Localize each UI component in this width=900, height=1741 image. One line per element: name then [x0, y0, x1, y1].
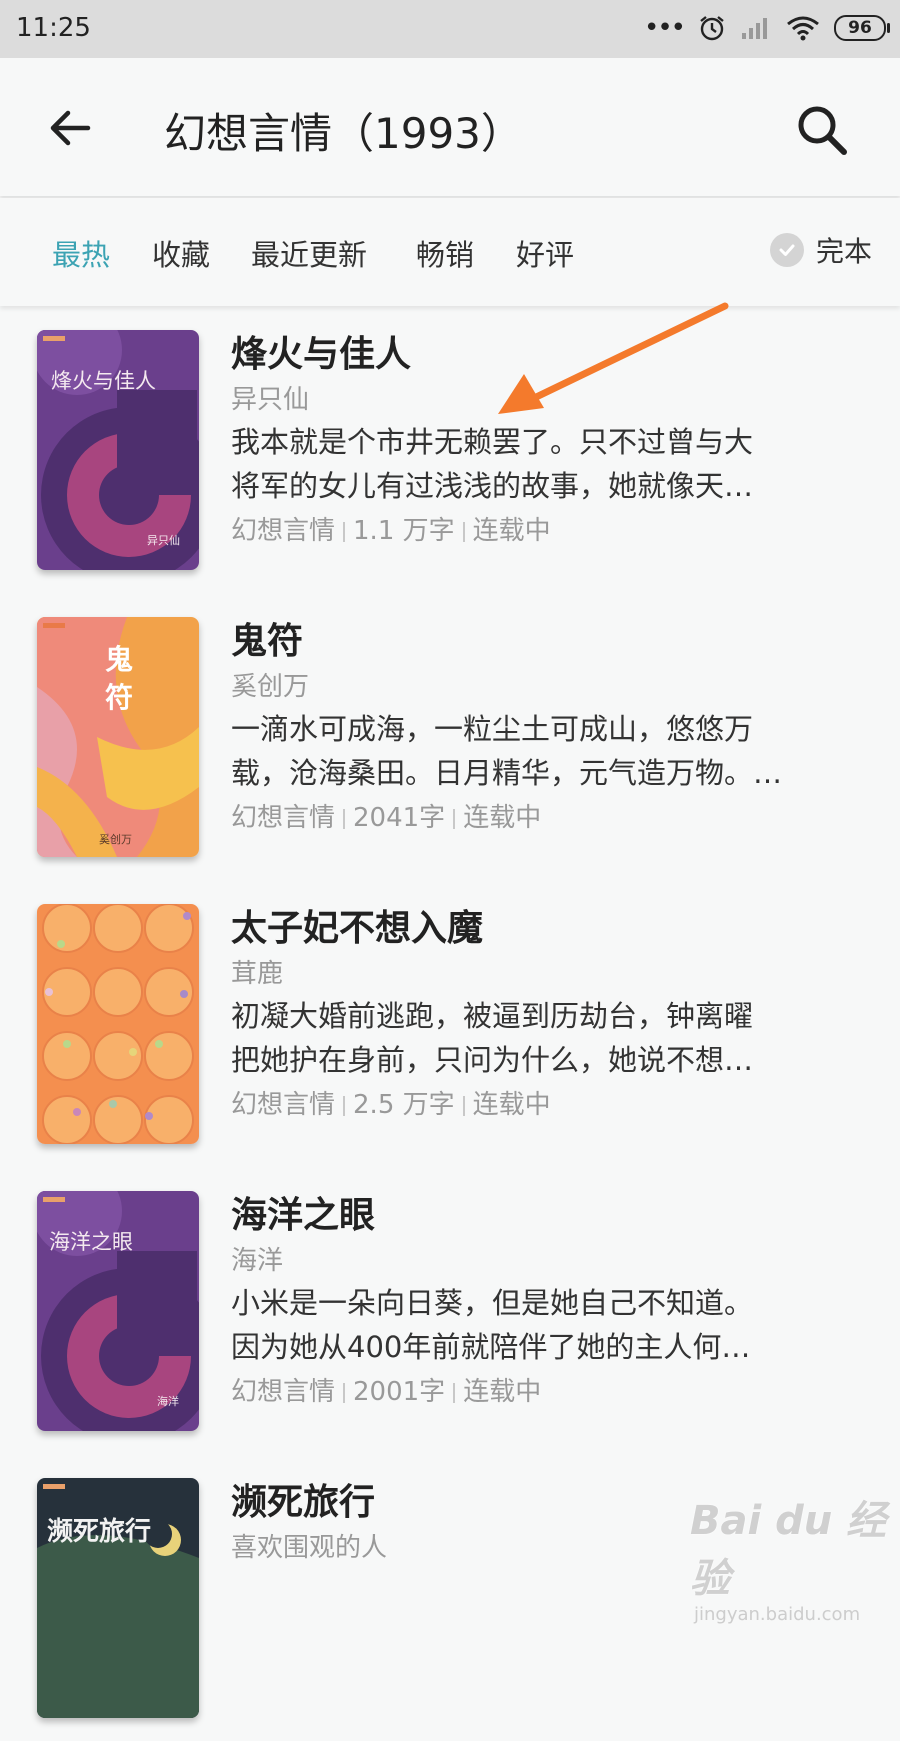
app-bar: 幻想言情（1993）: [0, 58, 900, 196]
back-arrow-icon[interactable]: [44, 102, 96, 154]
book-cover[interactable]: [37, 904, 199, 1144]
filter-tabs: 最热 收藏 最近更新 畅销 好评 完本: [0, 198, 900, 306]
book-description: 小米是一朵向日葵，但是她自己不知道。 因为她从400年前就陪伴了她的主人何…: [231, 1286, 754, 1364]
book-word-count: 2.5 万字: [353, 1090, 455, 1120]
book-list-item[interactable]: 太子妃不想入魔 茸鹿 初凝大婚前逃跑，被逼到历劫台，钟离曜 把她护在身前，只问为…: [0, 880, 900, 1167]
book-word-count: 2041字: [353, 803, 446, 833]
book-meta: 幻想言情 2001字 连载中: [231, 1369, 861, 1415]
book-author: 奚创万: [231, 672, 310, 702]
book-title[interactable]: 海洋之眼: [231, 1191, 861, 1241]
book-word-count: 2001字: [353, 1377, 446, 1407]
watermark-logo: Bai du 经验: [690, 1498, 887, 1602]
book-list-item[interactable]: 鬼 符 奚创万 鬼符 奚创万 一滴水可成海，一粒尘土可成山，悠悠万 载，沧海桑田…: [0, 593, 900, 880]
tab-bestselling[interactable]: 畅销: [416, 232, 474, 274]
book-meta: 幻想言情 1.1 万字 连载中: [231, 508, 861, 554]
complete-label: 完本: [815, 235, 872, 268]
wifi-icon: [787, 16, 819, 41]
book-category: 幻想言情: [231, 1377, 336, 1407]
book-title[interactable]: 烽火与佳人: [231, 330, 861, 380]
cover-author: 奚创万: [99, 833, 132, 846]
tab-top-rated[interactable]: 好评: [516, 232, 574, 274]
complete-filter-toggle[interactable]: 完本: [769, 230, 872, 270]
tab-hottest[interactable]: 最热: [52, 232, 110, 274]
signal-icon: [742, 18, 767, 39]
book-category: 幻想言情: [231, 516, 336, 546]
book-status: 连载中: [463, 803, 542, 833]
book-title[interactable]: 鬼符: [231, 617, 861, 667]
book-author: 海洋: [231, 1246, 284, 1276]
book-author: 茸鹿: [231, 959, 284, 989]
book-list-item[interactable]: 烽火与佳人 异只仙 烽火与佳人 异只仙 我本就是个市井无赖罢了。只不过曾与大 将…: [0, 306, 900, 593]
book-description: 一滴水可成海，一粒尘土可成山，悠悠万 载，沧海桑田。日月精华，元气造万物。…: [231, 712, 783, 790]
alarm-icon: [700, 16, 724, 41]
baidu-jingyan-watermark: Bai du 经验 jingyan.baidu.com: [690, 1488, 890, 1625]
cover-title-char-1: 鬼: [105, 643, 133, 676]
book-list-item[interactable]: 海洋之眼 海洋 海洋之眼 海洋 小米是一朵向日葵，但是她自己不知道。 因为她从4…: [0, 1167, 900, 1454]
book-description: 我本就是个市井无赖罢了。只不过曾与大 将军的女儿有过浅浅的故事，她就像天…: [231, 425, 754, 503]
battery-indicator: 96: [834, 15, 890, 41]
cover-author: 海洋: [157, 1394, 179, 1408]
watermark-url: jingyan.baidu.com: [694, 1604, 861, 1625]
book-category: 幻想言情: [231, 803, 336, 833]
book-meta: 幻想言情 2041字 连载中: [231, 795, 861, 841]
cover-author: 异只仙: [147, 534, 180, 547]
book-author: 异只仙: [231, 385, 310, 415]
book-cover[interactable]: 鬼 符 奚创万: [37, 617, 199, 857]
book-title[interactable]: 太子妃不想入魔: [231, 904, 861, 954]
cover-title: 海洋之眼: [49, 1230, 133, 1254]
search-icon[interactable]: [794, 102, 850, 158]
status-bar: 11:25 ••• 96: [0, 0, 900, 58]
book-status: 连载中: [463, 1377, 542, 1407]
status-icons: ••• 96: [643, 13, 890, 43]
book-cover[interactable]: 濒死旅行: [37, 1478, 199, 1718]
cover-title: 烽火与佳人: [51, 369, 156, 393]
tab-recent-updates[interactable]: 最近更新: [251, 232, 367, 274]
book-meta: 幻想言情 2.5 万字 连载中: [231, 1082, 861, 1128]
cover-title: 濒死旅行: [47, 1516, 151, 1547]
status-time: 11:25: [16, 13, 91, 43]
page-title: 幻想言情（1993）: [164, 109, 523, 158]
book-cover[interactable]: 烽火与佳人 异只仙: [37, 330, 199, 570]
more-dots-icon: •••: [643, 13, 686, 43]
book-cover[interactable]: 海洋之眼 海洋: [37, 1191, 199, 1431]
book-status: 连载中: [472, 1090, 551, 1120]
book-word-count: 1.1 万字: [353, 516, 455, 546]
book-description: 初凝大婚前逃跑，被逼到历劫台，钟离曜 把她护在身前，只问为什么，她说不想…: [231, 999, 754, 1077]
check-icon: [769, 233, 804, 267]
book-status: 连载中: [472, 516, 551, 546]
cover-title-char-2: 符: [105, 681, 133, 714]
tab-favorites[interactable]: 收藏: [152, 232, 210, 274]
book-category: 幻想言情: [231, 1090, 336, 1120]
